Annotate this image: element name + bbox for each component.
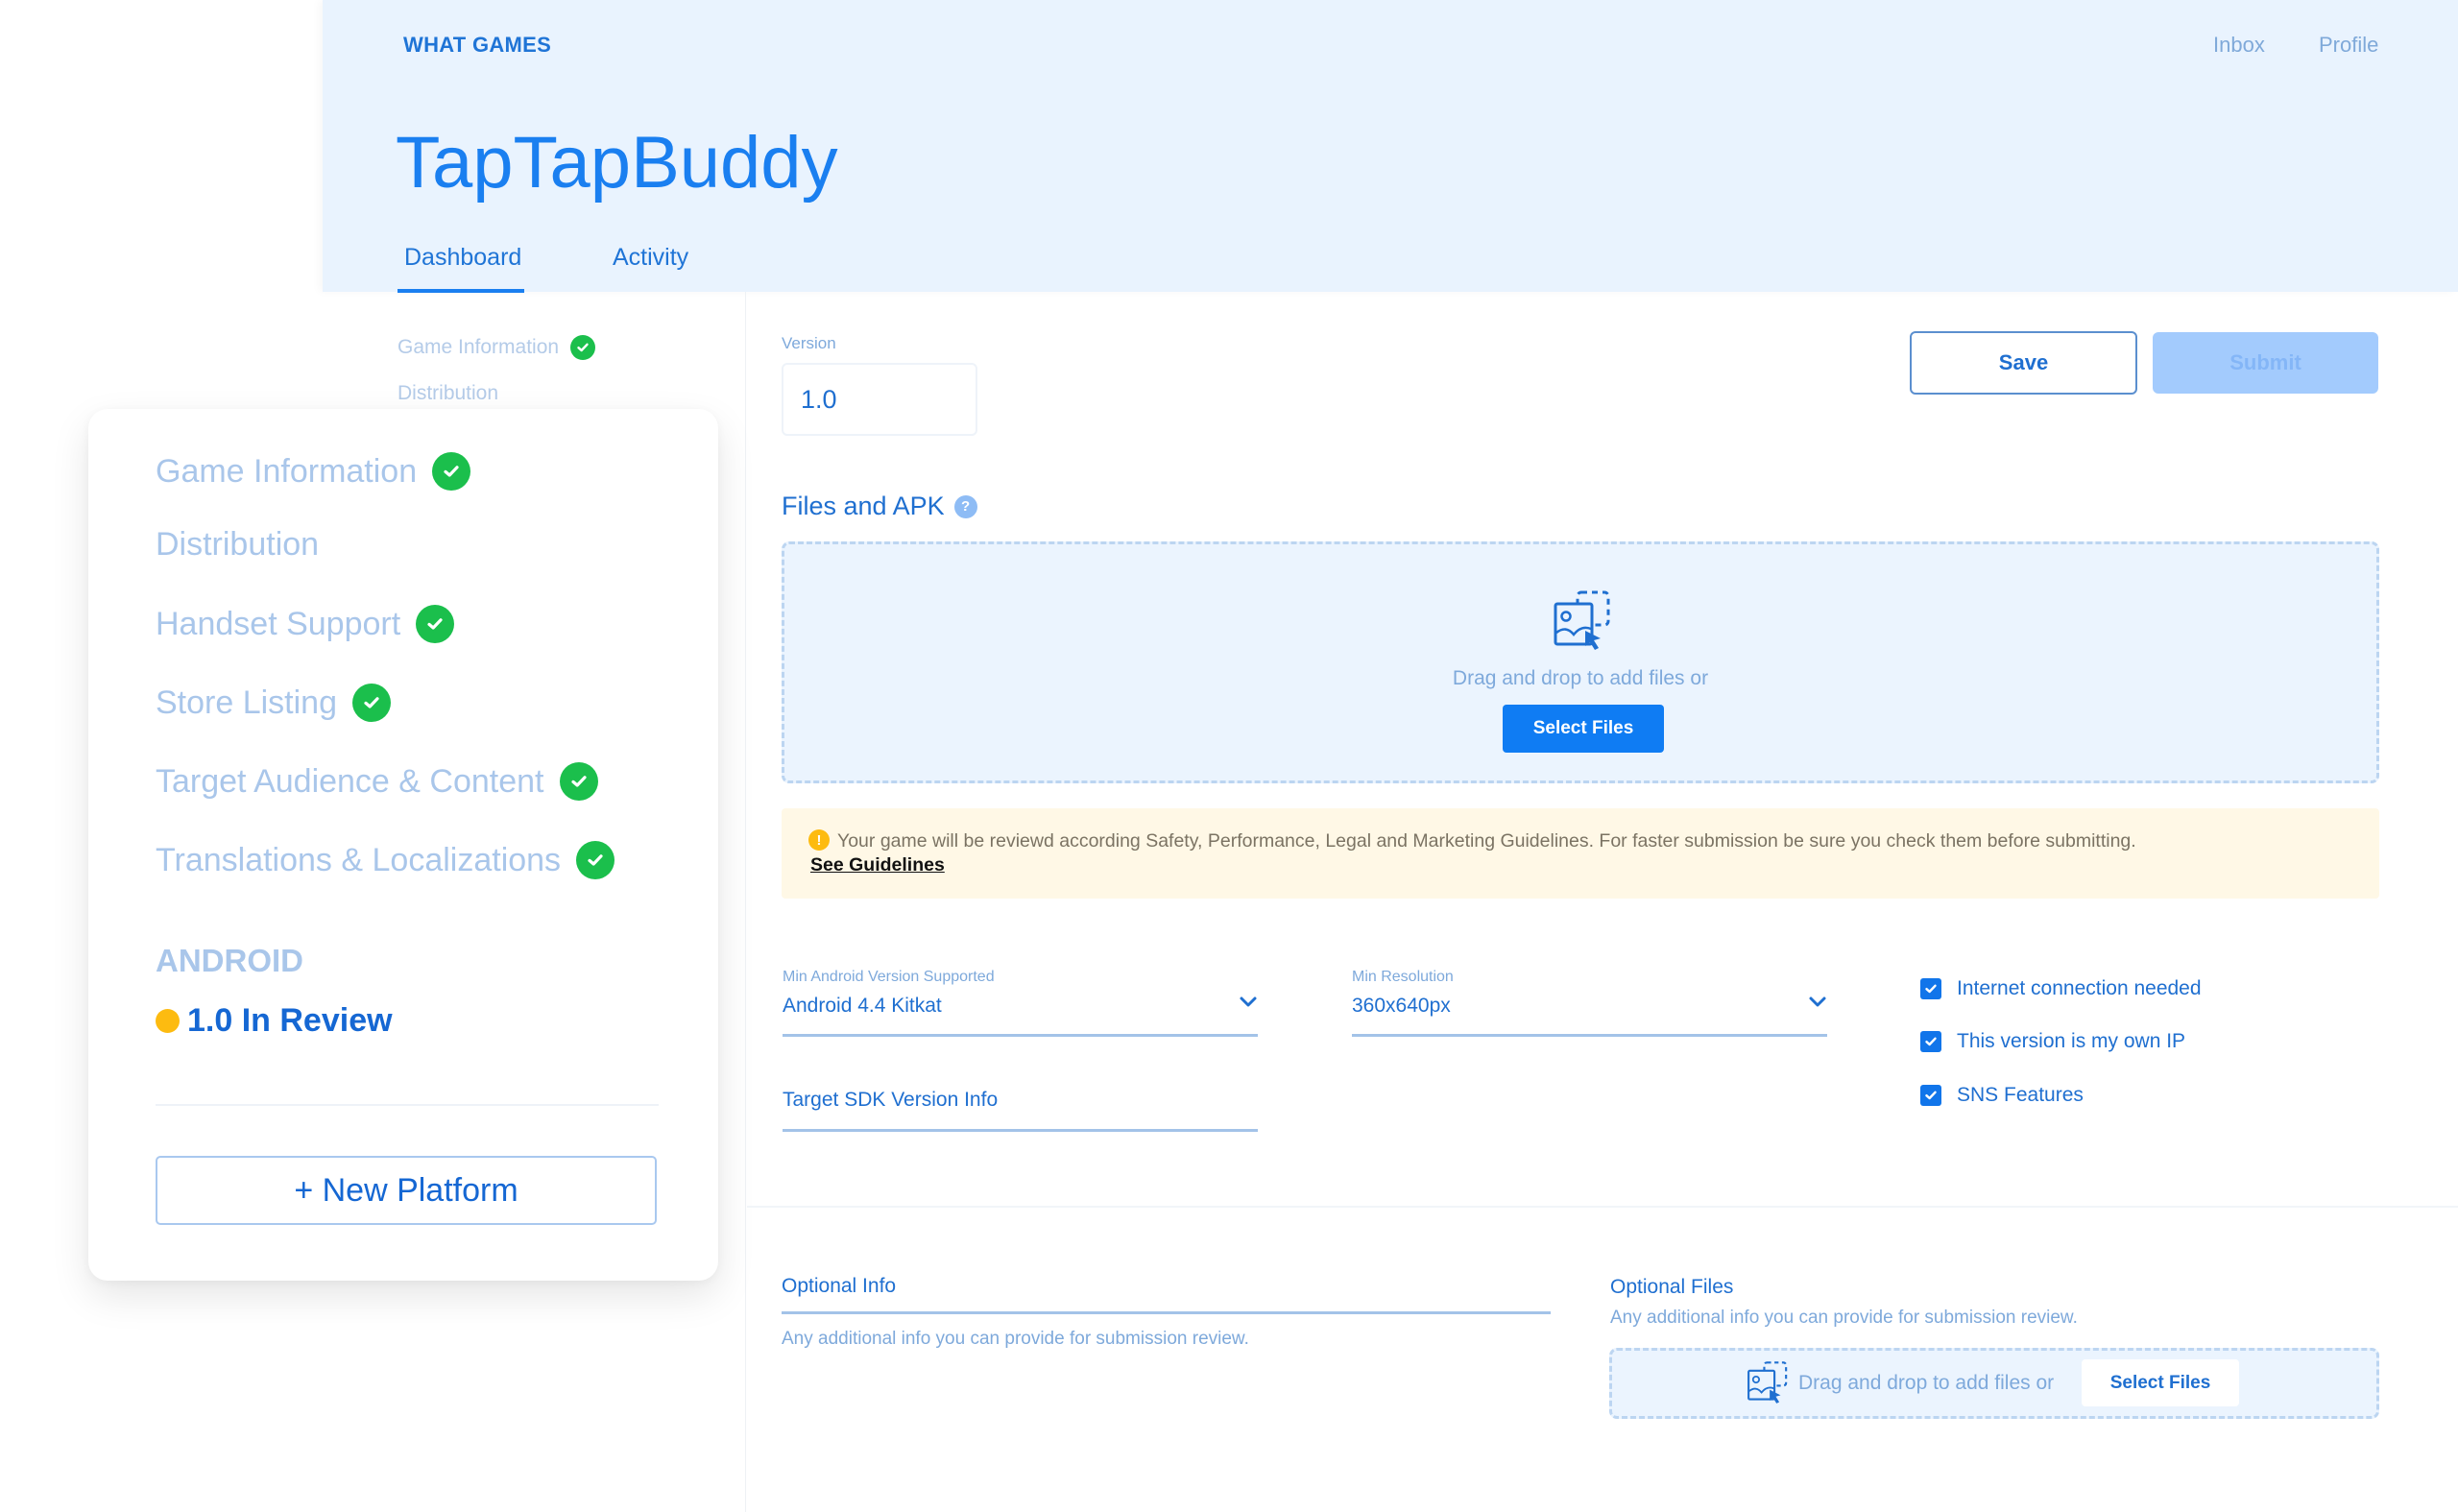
check-circle-icon [576, 841, 615, 879]
faint-nav-label: Game Information [398, 336, 560, 358]
min-resolution-select[interactable]: Min Resolution 360x640px [1352, 969, 1827, 1037]
apk-dropzone[interactable]: Drag and drop to add files or Select Fil… [782, 541, 2379, 783]
select-files-button[interactable]: Select Files [1503, 705, 1664, 753]
check-circle-icon [352, 684, 391, 722]
submit-button[interactable]: Submit [2153, 332, 2378, 394]
inbox-link[interactable]: Inbox [2213, 33, 2265, 58]
sidebar-item-label: Translations & Localizations [156, 841, 562, 878]
sidebar-item-store-listing[interactable]: Store Listing [156, 684, 391, 722]
optional-info-field[interactable] [782, 1275, 1551, 1314]
sidebar-item-distribution[interactable]: Distribution [156, 526, 319, 564]
checkbox-checked-icon[interactable] [1920, 978, 1941, 999]
checkbox-label: This version is my own IP [1957, 1030, 2186, 1052]
checkbox-checked-icon[interactable] [1920, 1085, 1941, 1106]
chevron-down-icon [1809, 996, 1826, 1007]
sidebar-item-label: Game Information [156, 452, 418, 490]
files-section-title: Files and APK ? [782, 492, 977, 521]
optional-files-title: Optional Files [1610, 1276, 1734, 1298]
sidebar-item-translations[interactable]: Translations & Localizations [156, 841, 615, 879]
save-button[interactable]: Save [1910, 331, 2137, 395]
notice-text: Your game will be reviewd according Safe… [837, 830, 2136, 852]
faint-nav-label: Distribution [398, 382, 499, 404]
platform-version-status[interactable]: 1.0 In Review [156, 1002, 393, 1040]
min-android-value: Android 4.4 Kitkat [783, 995, 942, 1017]
question-circle-icon[interactable]: ? [953, 494, 977, 518]
check-circle-icon [416, 605, 455, 643]
optional-select-files-button[interactable]: Select Files [2082, 1359, 2239, 1406]
optional-info-input[interactable] [782, 1275, 1551, 1298]
column-divider [745, 292, 746, 1512]
new-platform-button[interactable]: + New Platform [156, 1156, 657, 1225]
tab-dashboard[interactable]: Dashboard [404, 244, 521, 272]
version-input[interactable] [782, 363, 977, 436]
files-section-label: Files and APK [782, 492, 945, 520]
image-drag-drop-icon [1747, 1361, 1788, 1404]
checkbox-internet-connection[interactable]: Internet connection needed [1920, 977, 2202, 1000]
dropzone-text: Drag and drop to add files or [1452, 667, 1709, 689]
card-divider [156, 1104, 659, 1106]
warning-circle-icon: ! [808, 829, 830, 851]
check-circle-icon [570, 335, 596, 360]
status-label: 1.0 In Review [187, 1002, 393, 1039]
platform-heading: ANDROID [156, 943, 303, 978]
page-title: TapTapBuddy [396, 122, 838, 204]
profile-link[interactable]: Profile [2319, 33, 2378, 58]
checkbox-label: SNS Features [1957, 1084, 2084, 1106]
min-android-label: Min Android Version Supported [783, 969, 995, 985]
section-divider [747, 1206, 2458, 1208]
sidebar-item-label: Target Audience & Content [156, 762, 544, 800]
target-sdk-field[interactable] [783, 1089, 1258, 1132]
min-resolution-label: Min Resolution [1352, 969, 1454, 985]
optional-files-dropzone[interactable]: Drag and drop to add files or Select Fil… [1609, 1348, 2379, 1419]
sidebar-item-target-audience[interactable]: Target Audience & Content [156, 762, 598, 801]
sidebar-card: Game Information Distribution Handset Su… [88, 409, 718, 1281]
sidebar-item-handset-support[interactable]: Handset Support [156, 605, 455, 643]
sidebar-item-game-information[interactable]: Game Information [156, 452, 471, 491]
min-resolution-value: 360x640px [1352, 995, 1451, 1017]
guidelines-notice: ! Your game will be reviewd according Sa… [782, 808, 2379, 899]
checkbox-checked-icon[interactable] [1920, 1031, 1941, 1052]
faint-nav-item-distribution[interactable]: Distribution [398, 382, 498, 405]
chevron-down-icon [1240, 996, 1257, 1007]
status-dot-icon [156, 1009, 180, 1033]
see-guidelines-link[interactable]: See Guidelines [810, 854, 945, 876]
optional-files-help: Any additional info you can provide for … [1610, 1308, 2078, 1328]
target-sdk-input[interactable] [783, 1089, 1258, 1112]
version-label: Version [782, 334, 836, 352]
active-tab-indicator [398, 289, 524, 293]
checkbox-own-ip[interactable]: This version is my own IP [1920, 1030, 2185, 1053]
sidebar-item-label: Handset Support [156, 605, 401, 642]
sidebar-item-label: Distribution [156, 526, 320, 563]
check-circle-icon [559, 762, 598, 801]
faint-nav-item-game-information[interactable]: Game Information [398, 335, 596, 360]
optional-info-help: Any additional info you can provide for … [782, 1329, 1249, 1349]
image-drag-drop-icon [1554, 590, 1610, 650]
tab-activity[interactable]: Activity [613, 244, 688, 272]
check-circle-icon [432, 452, 471, 491]
sidebar-item-label: Store Listing [156, 684, 337, 721]
brand-logo[interactable]: WHAT GAMES [403, 33, 551, 58]
dropzone-text: Drag and drop to add files or [1798, 1372, 2055, 1394]
min-android-version-select[interactable]: Min Android Version Supported Android 4.… [783, 969, 1258, 1037]
checkbox-label: Internet connection needed [1957, 977, 2202, 999]
checkbox-sns-features[interactable]: SNS Features [1920, 1084, 2084, 1107]
